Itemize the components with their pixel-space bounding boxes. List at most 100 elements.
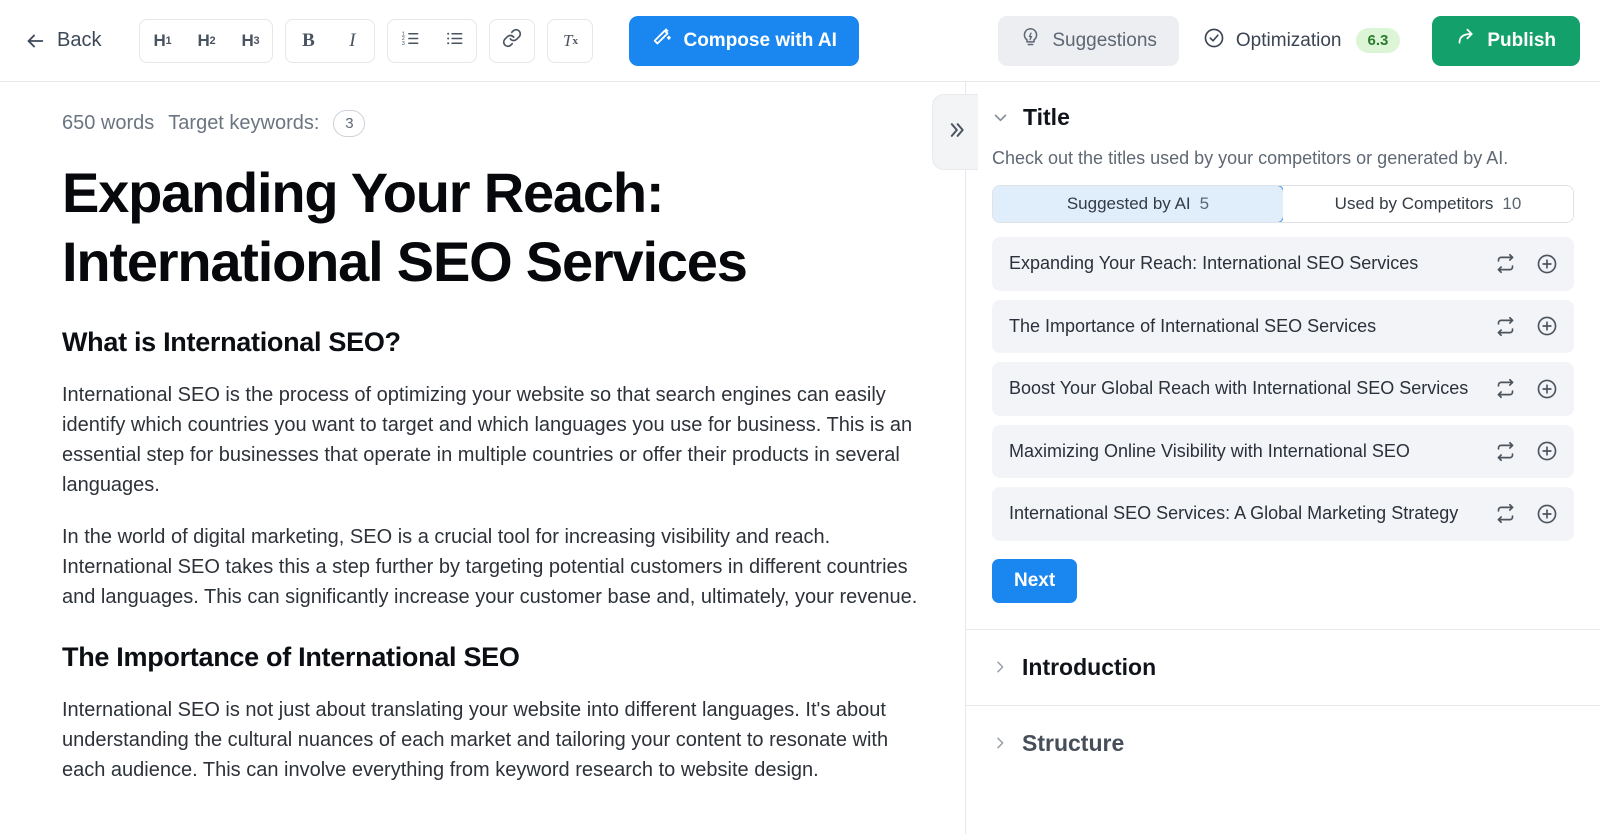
document-subheading: What is International SEO? [62, 326, 401, 357]
title-section: Title Check out the titles used by your … [966, 82, 1600, 603]
title-suggestion-item[interactable]: International SEO Services: A Global Mar… [992, 487, 1574, 541]
seo-assistant-panel: Title Check out the titles used by your … [965, 82, 1600, 834]
h1-button[interactable]: H1 [140, 20, 184, 62]
title-suggestion-actions [1495, 503, 1558, 525]
h1-sub: 1 [165, 34, 172, 47]
title-suggestion-text: The Importance of International SEO Serv… [1009, 315, 1377, 336]
add-title-icon[interactable] [1536, 378, 1558, 400]
next-button[interactable]: Next [992, 558, 1078, 603]
tab-suggested-by-ai[interactable]: Suggested by AI 5 [993, 186, 1284, 222]
share-arrow-icon [1456, 27, 1477, 54]
title-suggestion-item[interactable]: The Importance of International SEO Serv… [992, 299, 1574, 354]
h2-letter: H [197, 30, 210, 50]
title-suggestion-actions [1495, 378, 1558, 400]
title-suggestion-item[interactable]: Maximizing Online Visibility with Intern… [992, 424, 1574, 479]
link-button[interactable] [490, 20, 534, 62]
clear-format-letter: T [562, 30, 573, 50]
chevron-right-icon [992, 659, 1008, 675]
panel-section-heading: Introduction [1022, 653, 1157, 680]
title-section-heading: Title [1023, 104, 1070, 130]
ordered-list-button[interactable]: 123 [388, 20, 432, 62]
chevron-down-icon [992, 109, 1009, 126]
title-suggestion-item[interactable]: Expanding Your Reach: International SEO … [992, 237, 1574, 291]
title-suggestion-actions [1495, 315, 1558, 337]
replace-title-icon[interactable] [1495, 441, 1516, 462]
page-title: Expanding Your Reach: International SEO … [62, 161, 748, 293]
back-button[interactable]: Back [14, 22, 111, 59]
add-title-icon[interactable] [1536, 253, 1558, 275]
document-body: What is International SEO? International … [62, 327, 919, 785]
clear-format-tool-group: Tx [547, 18, 594, 63]
title-suggestion-text: International SEO Services: A Global Mar… [1009, 503, 1459, 524]
editor-toolbar: Back H1 H2 H3 B I 123 T x Compose with A… [0, 0, 1600, 82]
add-title-icon[interactable] [1536, 503, 1558, 525]
svg-text:3: 3 [402, 40, 405, 46]
target-keywords-label: Target keywords: [168, 112, 320, 134]
chevron-right-icon [992, 735, 1008, 751]
optimization-score-badge: 6.3 [1355, 28, 1401, 53]
content-fade-overlay [0, 792, 965, 834]
title-section-header[interactable]: Title [992, 82, 1574, 131]
replace-title-icon[interactable] [1495, 378, 1516, 399]
h2-button[interactable]: H2 [184, 20, 228, 62]
format-tool-group: B I [285, 18, 376, 63]
h3-button[interactable]: H3 [228, 20, 272, 62]
suggestions-button[interactable]: Suggestions [998, 15, 1179, 66]
replace-title-icon[interactable] [1495, 316, 1516, 337]
lightbulb-icon [1020, 27, 1041, 54]
optimization-button[interactable]: Optimization 6.3 [1185, 16, 1416, 66]
clear-formatting-button[interactable]: Tx [548, 20, 592, 62]
document-paragraph: International SEO is the process of opti… [62, 383, 913, 496]
panel-section-introduction[interactable]: Introduction [966, 630, 1600, 705]
back-label: Back [57, 29, 102, 51]
link-icon [502, 28, 522, 53]
optimization-label: Optimization [1235, 29, 1342, 51]
document-meta: 650 words Target keywords: 3 [62, 82, 919, 137]
compose-with-ai-button[interactable]: Compose with AI [629, 15, 859, 66]
add-title-icon[interactable] [1536, 315, 1558, 337]
document-paragraph: International SEO is not just about tran… [62, 698, 889, 781]
title-suggestion-actions [1495, 440, 1558, 462]
replace-title-icon[interactable] [1495, 253, 1516, 274]
suggestions-label: Suggestions [1052, 29, 1157, 51]
title-suggestion-text: Expanding Your Reach: International SEO … [1009, 253, 1419, 273]
document-subheading: The Importance of International SEO [62, 641, 520, 672]
add-title-icon[interactable] [1536, 440, 1558, 462]
heading-tool-group: H1 H2 H3 [139, 18, 274, 63]
tab-suggested-by-ai-count: 5 [1199, 194, 1210, 213]
h3-letter: H [241, 30, 254, 50]
chevron-double-right-icon [946, 120, 966, 145]
publish-button[interactable]: Publish [1432, 15, 1580, 66]
ordered-list-icon: 123 [401, 29, 420, 53]
compose-label: Compose with AI [683, 29, 837, 51]
word-count: 650 words [62, 112, 155, 134]
panel-section-heading: Structure [1022, 729, 1125, 756]
target-keywords-count[interactable]: 3 [333, 110, 366, 137]
title-suggestion-text: Boost Your Global Reach with Internation… [1009, 378, 1469, 399]
title-suggestions-list: Expanding Your Reach: International SEO … [992, 237, 1574, 541]
italic-button[interactable]: I [330, 20, 374, 62]
collapse-panel-handle[interactable] [932, 94, 978, 170]
panel-section-structure[interactable]: Structure [966, 706, 1600, 781]
check-circle-icon [1203, 27, 1225, 55]
bullet-list-button[interactable] [432, 20, 476, 62]
collapsed-sections: Introduction Structure [966, 630, 1600, 781]
title-source-tabs: Suggested by AI 5 Used by Competitors 10 [992, 185, 1574, 223]
document-paragraph: In the world of digital marketing, SEO i… [62, 525, 918, 608]
bullet-list-icon [445, 29, 464, 53]
tab-used-by-competitors-count: 10 [1502, 194, 1522, 213]
tab-used-by-competitors[interactable]: Used by Competitors 10 [1283, 186, 1573, 222]
document-editor[interactable]: 650 words Target keywords: 3 Expanding Y… [0, 82, 965, 834]
workspace: 650 words Target keywords: 3 Expanding Y… [0, 82, 1600, 834]
h1-letter: H [153, 30, 166, 50]
title-suggestion-item[interactable]: Boost Your Global Reach with Internation… [992, 362, 1574, 416]
magic-wand-icon [651, 27, 673, 55]
replace-title-icon[interactable] [1495, 503, 1516, 524]
publish-label: Publish [1487, 29, 1556, 51]
h3-sub: 3 [253, 34, 260, 47]
bold-button[interactable]: B [286, 20, 330, 62]
title-section-description: Check out the titles used by your compet… [992, 148, 1509, 168]
clear-format-sub: x [572, 34, 578, 47]
tab-used-by-competitors-label: Used by Competitors [1334, 194, 1494, 213]
app-root: Back H1 H2 H3 B I 123 T x Compose with A… [0, 0, 1600, 834]
